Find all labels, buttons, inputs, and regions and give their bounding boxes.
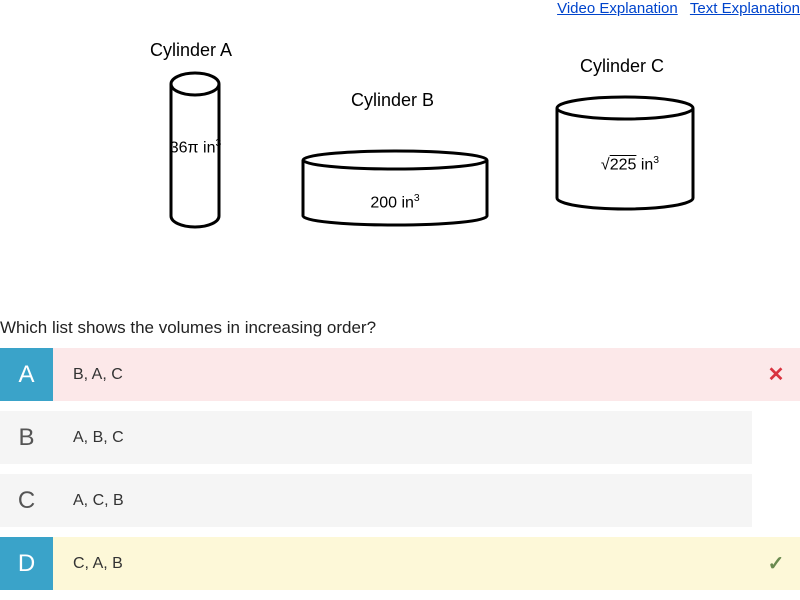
volume-c: √225 in3 [580,155,680,174]
label-cylinder-a: Cylinder A [150,40,232,61]
question-text: Which list shows the volumes in increasi… [0,318,376,338]
option-d[interactable]: D C, A, B ✓ [0,537,800,590]
option-letter: D [0,537,53,590]
top-links: Video Explanation Text Explanation [549,0,800,17]
cylinder-c-graphic [545,94,705,214]
volume-b: 200 in3 [340,193,450,212]
option-letter: C [0,474,53,527]
option-text: A, B, C [53,411,752,464]
video-explanation-link[interactable]: Video Explanation [557,0,678,17]
cylinder-b-graphic [295,148,495,230]
correct-icon: ✓ [752,537,800,590]
option-text: B, A, C [53,348,752,401]
option-letter: A [0,348,53,401]
option-b[interactable]: B A, B, C [0,411,800,464]
option-text: C, A, B [53,537,752,590]
options-list: A B, A, C ✕ B A, B, C C A, C, B D C, A, … [0,348,800,600]
option-a[interactable]: A B, A, C ✕ [0,348,800,401]
figure-area: Cylinder A 36π in3 Cylinder B 200 in3 Cy… [0,40,800,280]
label-cylinder-c: Cylinder C [580,56,664,77]
option-text: A, C, B [53,474,752,527]
option-mark [752,474,800,527]
text-explanation-link[interactable]: Text Explanation [690,0,800,17]
option-mark [752,411,800,464]
volume-a: 36π in3 [138,138,253,157]
option-c[interactable]: C A, C, B [0,474,800,527]
option-letter: B [0,411,53,464]
wrong-icon: ✕ [752,348,800,401]
label-cylinder-b: Cylinder B [351,90,434,111]
